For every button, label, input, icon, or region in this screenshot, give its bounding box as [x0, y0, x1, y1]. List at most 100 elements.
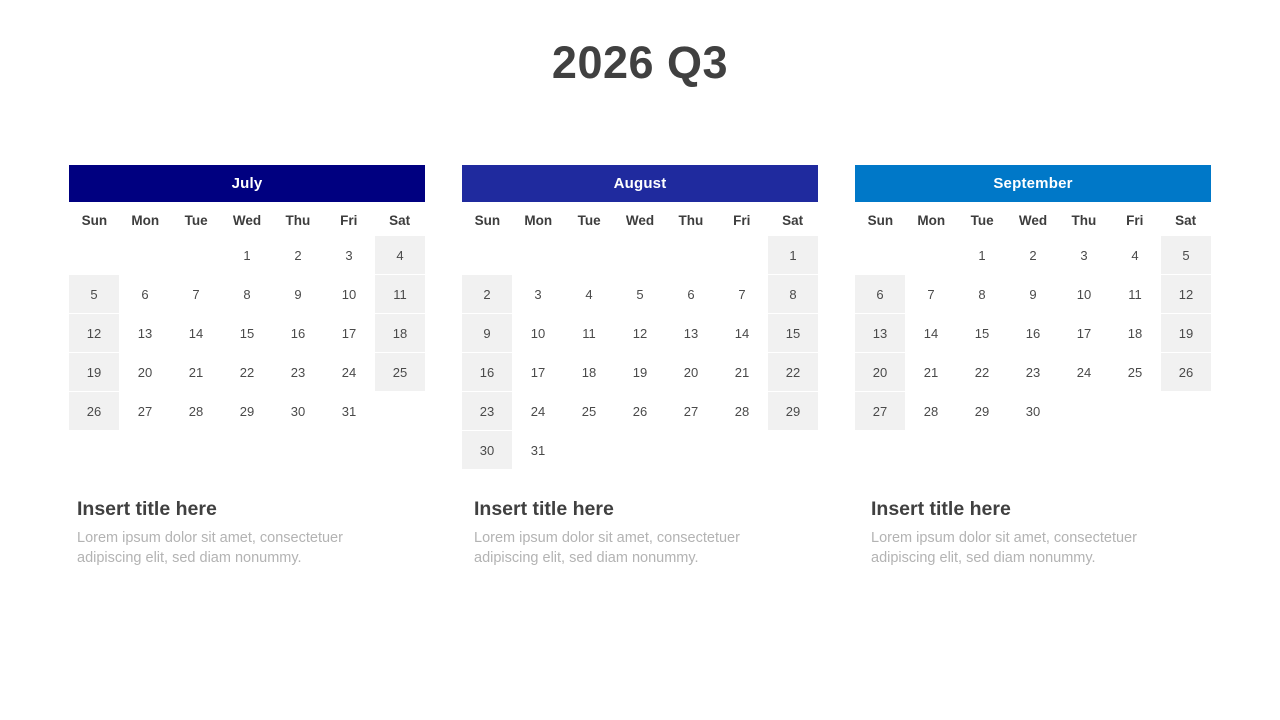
day-cell[interactable]: 16 [1008, 314, 1058, 352]
day-cell[interactable]: 22 [222, 353, 272, 391]
day-cell[interactable]: 4 [564, 275, 614, 313]
day-cell[interactable]: 11 [564, 314, 614, 352]
calendar-july: July Sun Mon Tue Wed Thu Fri Sat 1 2 3 4 5 6 7 8 9 10 11… [69, 165, 425, 430]
day-cell[interactable]: 22 [957, 353, 1007, 391]
day-cell[interactable]: 3 [1059, 236, 1109, 274]
day-cell[interactable]: 11 [375, 275, 425, 313]
day-cell[interactable]: 26 [69, 392, 119, 430]
day-cell[interactable]: 18 [375, 314, 425, 352]
weekday-label-thu: Thu [678, 213, 704, 228]
day-cell[interactable]: 3 [513, 275, 563, 313]
day-cell[interactable]: 5 [1161, 236, 1211, 274]
day-cell[interactable]: 30 [273, 392, 323, 430]
day-cell[interactable]: 26 [615, 392, 665, 430]
day-cell[interactable]: 23 [273, 353, 323, 391]
day-cell[interactable]: 16 [273, 314, 323, 352]
day-cell[interactable]: 13 [120, 314, 170, 352]
day-cell[interactable]: 2 [273, 236, 323, 274]
day-cell[interactable]: 9 [462, 314, 512, 352]
day-cell-empty [855, 236, 905, 274]
day-cell[interactable]: 7 [717, 275, 767, 313]
day-cell[interactable]: 19 [615, 353, 665, 391]
day-cell-empty [1110, 392, 1160, 430]
day-cell[interactable]: 11 [1110, 275, 1160, 313]
day-cell[interactable]: 27 [855, 392, 905, 430]
day-cell[interactable]: 22 [768, 353, 818, 391]
day-cell[interactable]: 13 [855, 314, 905, 352]
slide-canvas: 2026 Q3 July Sun Mon Tue Wed Thu Fri Sat 12345… [0, 0, 1280, 720]
day-cell[interactable]: 14 [171, 314, 221, 352]
day-cell[interactable]: 18 [564, 353, 614, 391]
day-cell[interactable]: 5 [69, 275, 119, 313]
day-cell[interactable]: 23 [1008, 353, 1058, 391]
day-cell[interactable]: 1 [768, 236, 818, 274]
day-cell[interactable]: 10 [324, 275, 374, 313]
day-cell[interactable]: 23 [462, 392, 512, 430]
day-cell[interactable]: 20 [666, 353, 716, 391]
day-cell[interactable]: 9 [273, 275, 323, 313]
day-cell[interactable]: 25 [375, 353, 425, 391]
day-cell[interactable]: 9 [1008, 275, 1058, 313]
caption-title-august: Insert title here [474, 498, 614, 520]
day-cell[interactable]: 6 [855, 275, 905, 313]
weekday-label-sun: Sun [474, 213, 501, 228]
day-cell[interactable]: 24 [324, 353, 374, 391]
day-cell[interactable]: 18 [1110, 314, 1160, 352]
day-cell[interactable]: 26 [1161, 353, 1211, 391]
day-cell[interactable]: 6 [120, 275, 170, 313]
day-cell[interactable]: 15 [222, 314, 272, 352]
day-cell[interactable]: 7 [171, 275, 221, 313]
day-cell[interactable]: 29 [222, 392, 272, 430]
day-cell[interactable]: 15 [768, 314, 818, 352]
day-cell[interactable]: 8 [222, 275, 272, 313]
day-cell[interactable]: 10 [513, 314, 563, 352]
day-cell[interactable]: 13 [666, 314, 716, 352]
day-cell[interactable]: 21 [717, 353, 767, 391]
day-cell[interactable]: 2 [462, 275, 512, 313]
day-cell[interactable]: 15 [957, 314, 1007, 352]
day-cell[interactable]: 7 [906, 275, 956, 313]
day-cell[interactable]: 19 [69, 353, 119, 391]
day-cell[interactable]: 12 [1161, 275, 1211, 313]
day-cell[interactable]: 20 [855, 353, 905, 391]
day-cell[interactable]: 21 [171, 353, 221, 391]
day-cell[interactable]: 12 [69, 314, 119, 352]
day-cell[interactable]: 2 [1008, 236, 1058, 274]
day-cell[interactable]: 16 [462, 353, 512, 391]
day-cell[interactable]: 31 [513, 431, 563, 469]
day-cell[interactable]: 6 [666, 275, 716, 313]
day-cell[interactable]: 14 [717, 314, 767, 352]
week-row: 23 24 25 26 27 28 29 [462, 392, 818, 430]
day-cell[interactable]: 5 [615, 275, 665, 313]
day-cell[interactable]: 10 [1059, 275, 1109, 313]
day-cell[interactable]: 29 [768, 392, 818, 430]
day-cell[interactable]: 28 [717, 392, 767, 430]
day-cell[interactable]: 17 [1059, 314, 1109, 352]
day-cell[interactable]: 1 [957, 236, 1007, 274]
day-cell[interactable]: 30 [1008, 392, 1058, 430]
day-cell[interactable]: 8 [957, 275, 1007, 313]
day-cell[interactable]: 29 [957, 392, 1007, 430]
day-cell[interactable]: 28 [171, 392, 221, 430]
day-cell[interactable]: 25 [564, 392, 614, 430]
day-cell[interactable]: 4 [1110, 236, 1160, 274]
day-cell[interactable]: 31 [324, 392, 374, 430]
day-cell[interactable]: 8 [768, 275, 818, 313]
day-cell[interactable]: 27 [120, 392, 170, 430]
day-cell[interactable]: 21 [906, 353, 956, 391]
day-cell[interactable]: 4 [375, 236, 425, 274]
day-cell[interactable]: 24 [1059, 353, 1109, 391]
day-cell[interactable]: 3 [324, 236, 374, 274]
day-cell[interactable]: 30 [462, 431, 512, 469]
day-cell[interactable]: 24 [513, 392, 563, 430]
day-cell[interactable]: 25 [1110, 353, 1160, 391]
day-cell[interactable]: 12 [615, 314, 665, 352]
day-cell[interactable]: 14 [906, 314, 956, 352]
day-cell[interactable]: 17 [513, 353, 563, 391]
day-cell[interactable]: 17 [324, 314, 374, 352]
day-cell[interactable]: 19 [1161, 314, 1211, 352]
day-cell[interactable]: 28 [906, 392, 956, 430]
day-cell[interactable]: 20 [120, 353, 170, 391]
day-cell[interactable]: 1 [222, 236, 272, 274]
day-cell[interactable]: 27 [666, 392, 716, 430]
